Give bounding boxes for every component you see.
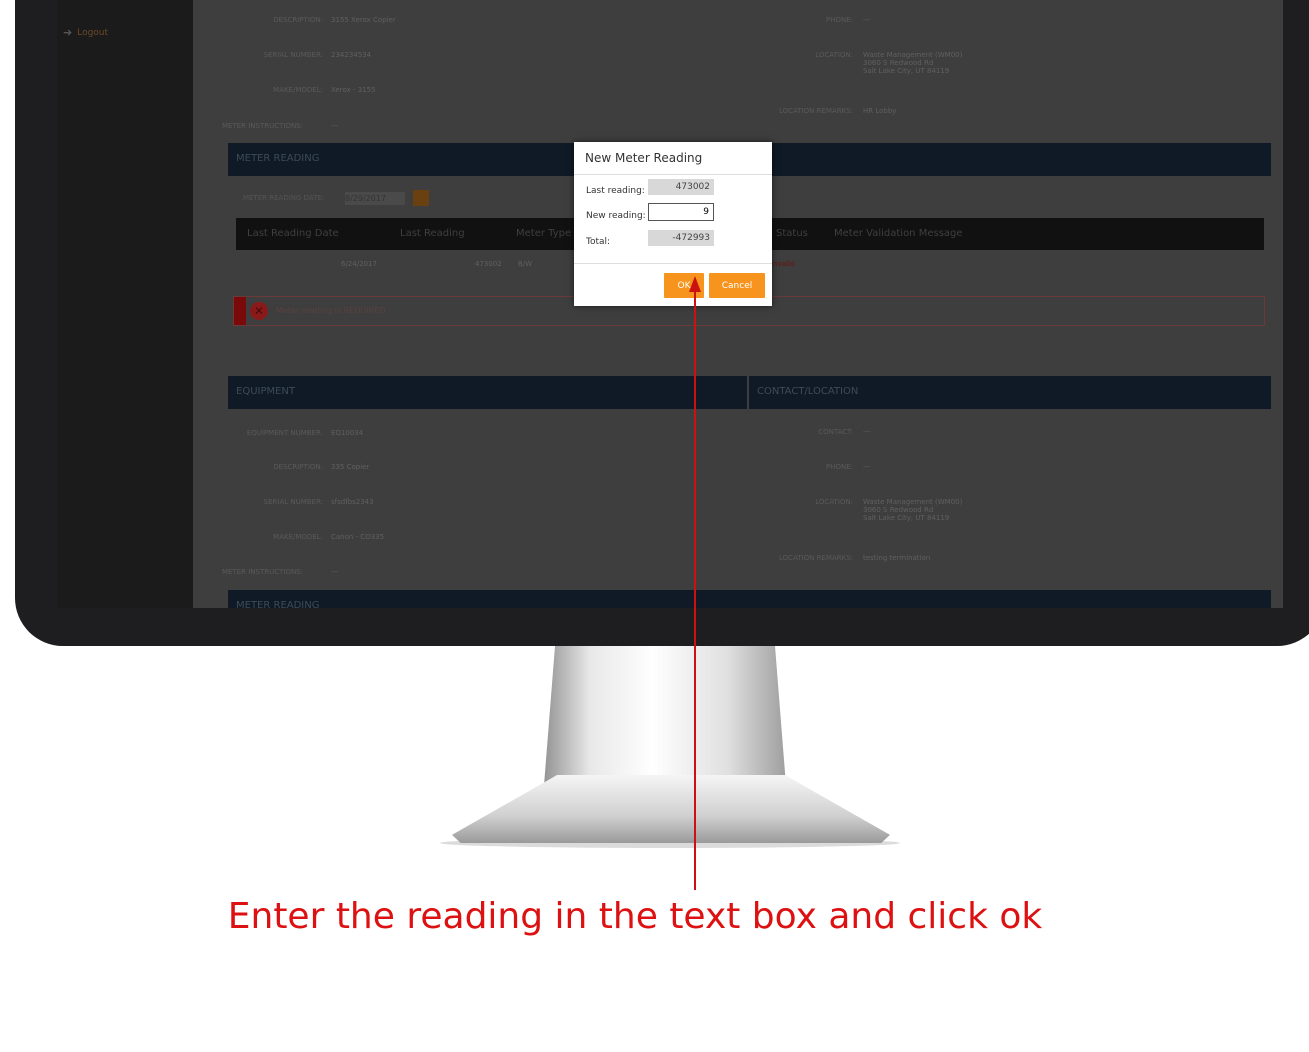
- contact-value: ---: [863, 428, 871, 436]
- meter-reading-date-label: METER READING DATE:: [243, 194, 325, 202]
- contact-location-label: LOCATION:: [815, 498, 853, 506]
- new-reading-label: New reading:: [586, 211, 646, 221]
- contact-location-value: Waste Management (WM00) 3060 S Redwood R…: [863, 498, 963, 522]
- eq-meter-instructions-label: METER INSTRUCTIONS:: [221, 568, 303, 576]
- equipment-number-value: EQ10034: [331, 429, 364, 437]
- eq-serial-label: SERIAL NUMBER:: [263, 498, 323, 506]
- annotation-arrow-icon: [689, 276, 701, 292]
- cell-meter-type: B/W: [518, 260, 533, 268]
- eq-serial-value: sfsdfbs2343: [331, 498, 374, 506]
- logout-label: Logout: [77, 27, 109, 38]
- phone-label: PHONE:: [825, 16, 853, 24]
- annotation-arrow-line: [694, 290, 696, 890]
- make-model-value: Xerox - 3155: [331, 86, 376, 94]
- serial-number-label: SERIAL NUMBER:: [263, 51, 323, 59]
- cancel-button[interactable]: Cancel: [709, 273, 765, 298]
- logout-icon: ➜: [63, 26, 73, 39]
- eq-meter-instructions-value: ---: [331, 568, 339, 576]
- col-validation-message: Meter Validation Message: [834, 228, 963, 239]
- cell-last-reading-date: 6/24/2017: [341, 260, 377, 268]
- cell-status: Invalid: [771, 260, 795, 268]
- location-remarks-label: LOCATION REMARKS:: [779, 107, 853, 115]
- calendar-icon[interactable]: [413, 190, 429, 206]
- eq-description-label: DESCRIPTION:: [273, 463, 323, 471]
- cell-last-reading: 473002: [475, 260, 502, 268]
- description-value: 3155 Xerox Copier: [331, 16, 396, 24]
- eq-make-model-value: Canon - CO335: [331, 533, 385, 541]
- location-remarks-value: HR Lobby: [863, 107, 897, 115]
- meter-instructions-label: METER INSTRUCTIONS:: [221, 122, 303, 130]
- meter-reading-date-input[interactable]: 8/29/2017: [345, 192, 405, 205]
- last-reading-value: 473002: [648, 179, 714, 195]
- contact-phone-value: ---: [863, 463, 871, 471]
- monitor-stand-base: [452, 775, 890, 843]
- logout-link[interactable]: ➜ Logout: [63, 26, 108, 39]
- meter-instructions-value: ---: [331, 122, 339, 130]
- make-model-label: MAKE/MODEL:: [273, 86, 323, 94]
- instruction-caption: Enter the reading in the text box and cl…: [227, 896, 1043, 937]
- last-reading-label: Last reading:: [586, 186, 645, 196]
- monitor-frame: ➜ Logout DESCRIPTION: 3155 Xerox Copier …: [15, 0, 1309, 646]
- phone-value: ---: [863, 16, 871, 24]
- new-reading-input[interactable]: [648, 203, 714, 221]
- error-icon: ✕: [250, 302, 268, 320]
- col-status: Status: [776, 228, 808, 239]
- contact-location-header: CONTACT/LOCATION: [749, 376, 1271, 409]
- col-last-reading-date: Last Reading Date: [247, 228, 339, 239]
- sidebar: ➜ Logout: [57, 0, 193, 608]
- equipment-number-label: EQUIPMENT NUMBER:: [246, 429, 323, 437]
- location-value: Waste Management (WM00) 3060 S Redwood R…: [863, 51, 963, 75]
- contact-remarks-value: testing termination: [863, 554, 931, 562]
- eq-make-model-label: MAKE/MODEL:: [273, 533, 323, 541]
- contact-phone-label: PHONE:: [825, 463, 853, 471]
- eq-description-value: 335 Copier: [331, 463, 370, 471]
- col-last-reading: Last Reading: [400, 228, 465, 239]
- contact-remarks-label: LOCATION REMARKS:: [779, 554, 853, 562]
- contact-label: CONTACT:: [818, 428, 853, 436]
- error-message: Meter reading is REQUIRED: [276, 306, 386, 315]
- location-label: LOCATION:: [815, 51, 853, 59]
- equipment-header: EQUIPMENT: [228, 376, 747, 409]
- serial-number-value: 234234534: [331, 51, 372, 59]
- col-meter-type: Meter Type: [516, 228, 572, 239]
- bottom-meter-reading-header: METER READING: [228, 590, 1271, 608]
- dialog-title: New Meter Reading: [585, 151, 703, 165]
- new-meter-reading-dialog: New Meter Reading Last reading: 473002 N…: [574, 142, 772, 306]
- total-label: Total:: [586, 237, 611, 247]
- total-value: -472993: [648, 230, 714, 246]
- description-label: DESCRIPTION:: [273, 16, 323, 24]
